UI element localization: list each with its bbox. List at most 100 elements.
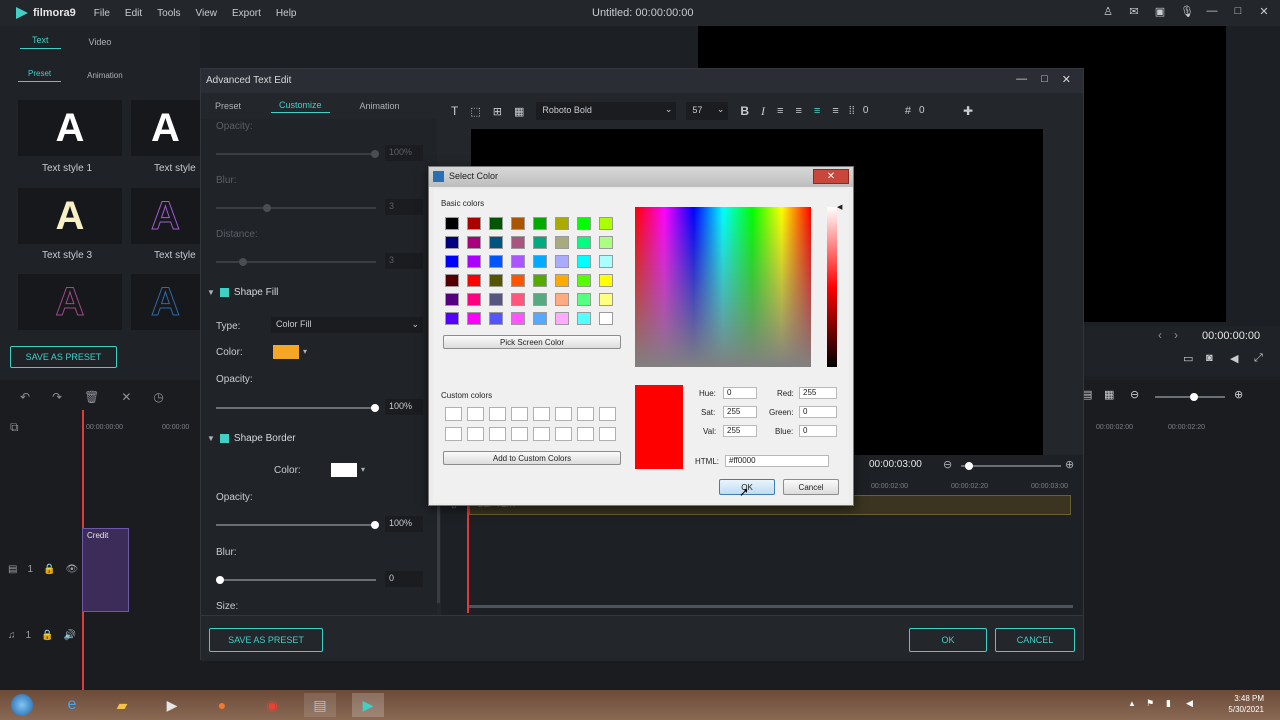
cut-icon[interactable]: ✕ <box>121 390 131 404</box>
folder-icon[interactable]: ▰ <box>106 693 138 717</box>
basic-color-cell[interactable] <box>599 312 613 325</box>
text-style-3-thumb[interactable]: A <box>18 188 122 244</box>
fullscreen-icon[interactable]: ⤢ <box>1254 352 1263 365</box>
green-input[interactable]: 0 <box>799 406 837 418</box>
save-icon[interactable]: ▣ <box>1154 5 1166 18</box>
sat-input[interactable]: 255 <box>723 406 757 418</box>
border-opacity-value[interactable]: 100% <box>385 516 423 532</box>
basic-color-cell[interactable] <box>489 255 503 268</box>
hue-input[interactable]: 0 <box>723 387 757 399</box>
basic-color-cell[interactable] <box>489 312 503 325</box>
chrome-icon[interactable]: ◉ <box>256 693 288 717</box>
font-size-select[interactable]: 57 ⌄ <box>686 102 729 120</box>
ate-zoom-in-icon[interactable]: ⊕ <box>1065 458 1074 471</box>
basic-color-cell[interactable] <box>599 217 613 230</box>
subtab-preset[interactable]: Preset <box>18 69 62 82</box>
menu-file[interactable]: File <box>94 8 110 19</box>
basic-color-cell[interactable] <box>577 274 591 287</box>
custom-color-cell[interactable] <box>445 427 462 441</box>
basic-color-cell[interactable] <box>577 236 591 249</box>
ie-icon[interactable]: e <box>56 693 88 717</box>
basic-color-cell[interactable] <box>489 274 503 287</box>
basic-color-cell[interactable] <box>445 293 459 306</box>
shadow-opacity-slider[interactable] <box>216 153 376 155</box>
ate-save-as-preset-button[interactable]: SAVE AS PRESET <box>209 628 323 652</box>
ate-cancel-button[interactable]: CANCEL <box>995 628 1075 652</box>
custom-color-cell[interactable] <box>599 427 616 441</box>
close-icon[interactable]: ✕ <box>813 169 849 184</box>
custom-color-cell[interactable] <box>445 407 462 421</box>
basic-color-cell[interactable] <box>577 255 591 268</box>
custom-color-cell[interactable] <box>467 407 484 421</box>
fill-opacity-slider[interactable] <box>216 407 376 409</box>
custom-color-cell[interactable] <box>533 427 550 441</box>
basic-color-cell[interactable] <box>555 255 569 268</box>
zoom-in-icon[interactable]: ⊕ <box>1234 388 1243 401</box>
text-style-2-thumb[interactable]: A <box>131 100 200 156</box>
basic-color-cell[interactable] <box>511 274 525 287</box>
delete-icon[interactable]: 🗑 <box>84 390 99 404</box>
ate-tab-animation[interactable]: Animation <box>360 101 400 111</box>
custom-color-cell[interactable] <box>489 407 506 421</box>
basic-color-cell[interactable] <box>511 312 525 325</box>
basic-color-cell[interactable] <box>599 274 613 287</box>
save-as-preset-button[interactable]: SAVE AS PRESET <box>10 346 117 368</box>
ate-zoom-knob[interactable] <box>965 462 973 470</box>
chevron-left-icon[interactable]: ‹ <box>1158 328 1162 342</box>
tray-volume-icon[interactable]: ◀ <box>1186 698 1193 709</box>
custom-color-cell[interactable] <box>555 407 572 421</box>
html-input[interactable]: #ff0000 <box>725 455 829 467</box>
border-opacity-slider[interactable] <box>216 524 376 526</box>
ate-playhead[interactable] <box>467 495 469 613</box>
custom-color-cell[interactable] <box>467 427 484 441</box>
zoom-slider-knob[interactable] <box>1190 393 1198 401</box>
border-blur-knob[interactable] <box>216 576 224 584</box>
custom-color-cell[interactable] <box>577 427 594 441</box>
maximize-icon[interactable]: □ <box>1232 5 1244 18</box>
font-family-select[interactable]: Roboto Bold ⌄ <box>536 102 677 120</box>
basic-color-cell[interactable] <box>511 293 525 306</box>
pick-screen-color-button[interactable]: Pick Screen Color <box>443 335 621 349</box>
fill-color-dropdown-icon[interactable]: ▾ <box>303 347 307 356</box>
redo-icon[interactable]: ↷ <box>52 390 62 404</box>
border-color-dropdown-icon[interactable]: ▾ <box>361 465 365 474</box>
start-button[interactable] <box>6 693 38 717</box>
basic-color-cell[interactable] <box>467 312 481 325</box>
shadow-blur-slider[interactable] <box>216 207 376 209</box>
basic-color-cell[interactable] <box>445 255 459 268</box>
volume-icon[interactable]: ◀ <box>1230 352 1238 365</box>
basic-color-cell[interactable] <box>577 217 591 230</box>
border-blur-value[interactable]: 0 <box>385 571 423 587</box>
basic-color-cell[interactable] <box>489 217 503 230</box>
fill-type-select[interactable]: Color Fill ⌄ <box>271 317 423 333</box>
basic-color-cell[interactable] <box>599 293 613 306</box>
color-spectrum[interactable] <box>635 207 811 367</box>
border-blur-slider[interactable] <box>216 579 376 581</box>
undo-icon[interactable]: ↶ <box>20 390 30 404</box>
luminance-bar[interactable] <box>827 207 837 367</box>
basic-color-cell[interactable] <box>445 312 459 325</box>
fill-opacity-value[interactable]: 100% <box>385 399 423 415</box>
fill-color-swatch[interactable] <box>273 345 299 359</box>
mic-icon[interactable]: 🎙 <box>1180 5 1194 18</box>
basic-color-cell[interactable] <box>555 217 569 230</box>
basic-color-cell[interactable] <box>511 236 525 249</box>
text-style-6-thumb[interactable]: A <box>131 274 200 330</box>
menu-edit[interactable]: Edit <box>125 8 142 19</box>
red-input[interactable]: 255 <box>799 387 837 399</box>
basic-color-cell[interactable] <box>467 293 481 306</box>
align-left-icon[interactable]: ≡ <box>777 105 783 117</box>
custom-color-cell[interactable] <box>489 427 506 441</box>
shadow-blur-value[interactable]: 3 <box>385 199 423 215</box>
ate-close-icon[interactable]: ✕ <box>1062 73 1071 86</box>
custom-color-cell[interactable] <box>511 407 528 421</box>
eye-icon[interactable]: 👁 <box>65 564 78 575</box>
save-app-icon[interactable]: ▤ <box>304 693 336 717</box>
subtab-animation[interactable]: Animation <box>87 71 123 80</box>
align-justify-icon[interactable]: ≡ <box>814 105 820 117</box>
line-spacing-input[interactable]: 0 <box>917 102 955 120</box>
basic-color-cell[interactable] <box>599 255 613 268</box>
text-style-4-thumb[interactable]: A <box>131 188 200 244</box>
tab-video[interactable]: Video <box>89 37 112 47</box>
border-color-swatch[interactable] <box>331 463 357 477</box>
